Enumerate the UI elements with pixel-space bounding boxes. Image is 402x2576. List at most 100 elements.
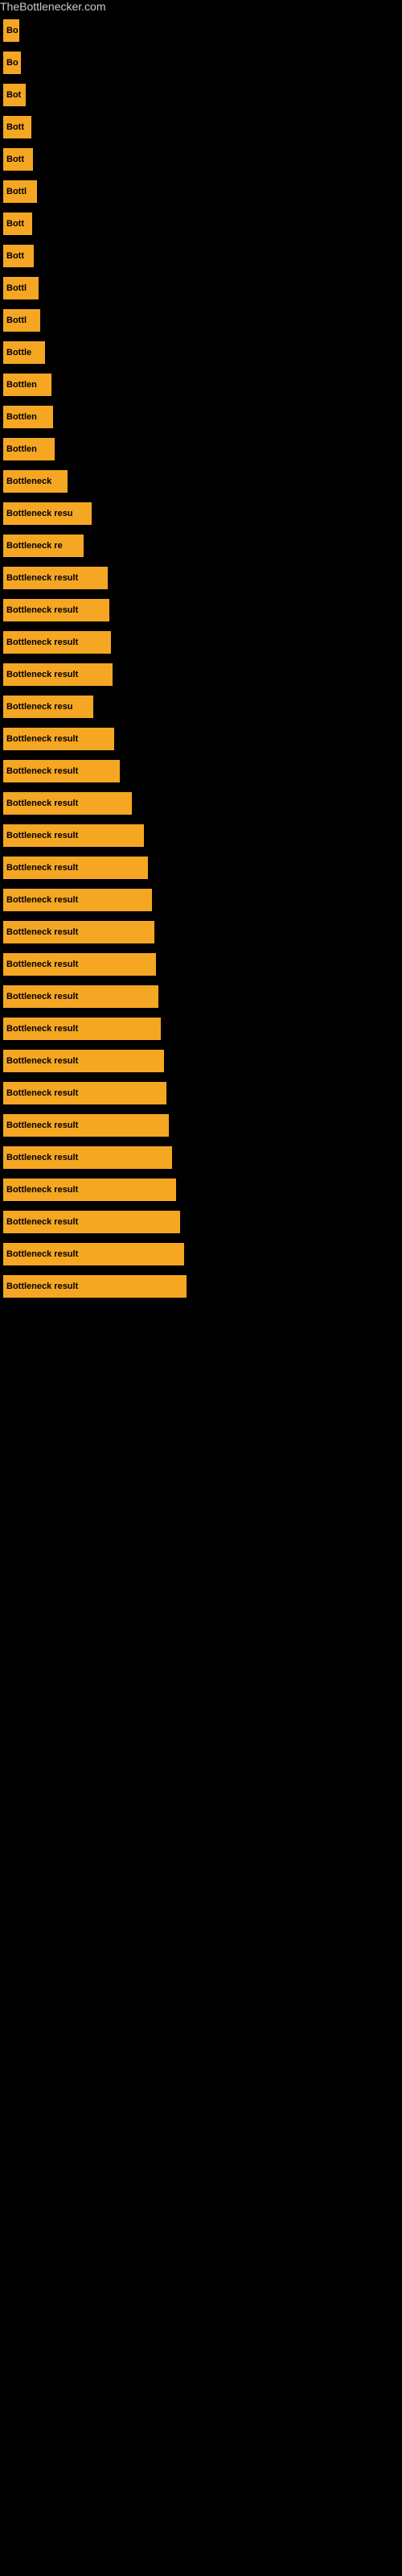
bar-34: Bottleneck result bbox=[3, 1114, 169, 1137]
bar-36: Bottleneck result bbox=[3, 1179, 176, 1201]
bar-row: Bottleneck result bbox=[0, 787, 402, 819]
bar-row: Bottl bbox=[0, 304, 402, 336]
bar-25: Bottleneck result bbox=[3, 824, 144, 847]
bar-label-20: Bottleneck result bbox=[6, 670, 78, 679]
bar-29: Bottleneck result bbox=[3, 953, 156, 976]
bar-row: Bottlen bbox=[0, 433, 402, 465]
bar-row: Bott bbox=[0, 143, 402, 175]
bar-label-1: Bo bbox=[6, 58, 18, 68]
bar-row: Bottleneck result bbox=[0, 723, 402, 755]
bar-17: Bottleneck result bbox=[3, 567, 108, 589]
bar-16: Bottleneck re bbox=[3, 535, 84, 557]
bar-33: Bottleneck result bbox=[3, 1082, 166, 1104]
bar-label-27: Bottleneck result bbox=[6, 895, 78, 905]
bar-label-14: Bottleneck bbox=[6, 477, 51, 486]
bar-label-34: Bottleneck result bbox=[6, 1121, 78, 1130]
bar-label-33: Bottleneck result bbox=[6, 1088, 78, 1098]
bar-0: Bo bbox=[3, 19, 19, 42]
bar-label-24: Bottleneck result bbox=[6, 799, 78, 808]
bar-label-19: Bottleneck result bbox=[6, 638, 78, 647]
bar-8: Bottl bbox=[3, 277, 39, 299]
bar-39: Bottleneck result bbox=[3, 1275, 187, 1298]
bar-row: Bottleneck result bbox=[0, 658, 402, 691]
bar-row: Bottleneck resu bbox=[0, 691, 402, 723]
bar-row: Bottleneck result bbox=[0, 980, 402, 1013]
bar-30: Bottleneck result bbox=[3, 985, 158, 1008]
bar-row: Bottle bbox=[0, 336, 402, 369]
bars-container: Bo Bo Bot Bott Bott Bottl Bott Bott Bottl Bottl Bo… bbox=[0, 14, 402, 1302]
bar-26: Bottleneck result bbox=[3, 857, 148, 879]
bar-label-4: Bott bbox=[6, 155, 24, 164]
bar-22: Bottleneck result bbox=[3, 728, 114, 750]
bar-label-21: Bottleneck resu bbox=[6, 702, 73, 712]
bar-label-26: Bottleneck result bbox=[6, 863, 78, 873]
bar-row: Bottl bbox=[0, 272, 402, 304]
bar-row: Bottlen bbox=[0, 401, 402, 433]
bar-row: Bottleneck result bbox=[0, 819, 402, 852]
bar-row: Bottleneck result bbox=[0, 562, 402, 594]
bar-label-17: Bottleneck result bbox=[6, 573, 78, 583]
bar-35: Bottleneck result bbox=[3, 1146, 172, 1169]
bar-label-3: Bott bbox=[6, 122, 24, 132]
bar-28: Bottleneck result bbox=[3, 921, 154, 943]
bar-label-11: Bottlen bbox=[6, 380, 37, 390]
bar-row: Bottleneck result bbox=[0, 594, 402, 626]
bar-row: Bottleneck result bbox=[0, 1206, 402, 1238]
bar-row: Bott bbox=[0, 240, 402, 272]
bar-12: Bottlen bbox=[3, 406, 53, 428]
bar-18: Bottleneck result bbox=[3, 599, 109, 621]
bar-9: Bottl bbox=[3, 309, 40, 332]
bar-row: Bottleneck result bbox=[0, 1174, 402, 1206]
bar-label-7: Bott bbox=[6, 251, 24, 261]
bar-10: Bottle bbox=[3, 341, 45, 364]
bar-2: Bot bbox=[3, 84, 26, 106]
bar-label-31: Bottleneck result bbox=[6, 1024, 78, 1034]
bar-row: Bott bbox=[0, 111, 402, 143]
bar-label-10: Bottle bbox=[6, 348, 31, 357]
bar-5: Bottl bbox=[3, 180, 37, 203]
bar-label-30: Bottleneck result bbox=[6, 992, 78, 1001]
bar-label-8: Bottl bbox=[6, 283, 27, 293]
bar-label-6: Bott bbox=[6, 219, 24, 229]
bar-38: Bottleneck result bbox=[3, 1243, 184, 1265]
bar-15: Bottleneck resu bbox=[3, 502, 92, 525]
bar-row: Bottleneck result bbox=[0, 1270, 402, 1302]
bar-label-15: Bottleneck resu bbox=[6, 509, 73, 518]
bar-row: Bottleneck result bbox=[0, 626, 402, 658]
bar-24: Bottleneck result bbox=[3, 792, 132, 815]
bar-7: Bott bbox=[3, 245, 34, 267]
bar-row: Bottleneck result bbox=[0, 916, 402, 948]
bar-label-38: Bottleneck result bbox=[6, 1249, 78, 1259]
bar-6: Bott bbox=[3, 213, 32, 235]
bar-label-12: Bottlen bbox=[6, 412, 37, 422]
bar-row: Bottleneck result bbox=[0, 948, 402, 980]
site-title: TheBottlenecker.com bbox=[0, 0, 402, 14]
bar-label-32: Bottleneck result bbox=[6, 1056, 78, 1066]
bar-row: Bottl bbox=[0, 175, 402, 208]
bar-14: Bottleneck bbox=[3, 470, 68, 493]
bar-row: Bot bbox=[0, 79, 402, 111]
bar-row: Bottleneck result bbox=[0, 1141, 402, 1174]
bar-row: Bo bbox=[0, 47, 402, 79]
bar-row: Bottleneck result bbox=[0, 852, 402, 884]
bar-label-23: Bottleneck result bbox=[6, 766, 78, 776]
bar-row: Bottleneck result bbox=[0, 1045, 402, 1077]
bar-label-39: Bottleneck result bbox=[6, 1282, 78, 1291]
bar-row: Bottleneck result bbox=[0, 884, 402, 916]
bar-label-29: Bottleneck result bbox=[6, 960, 78, 969]
bar-label-5: Bottl bbox=[6, 187, 27, 196]
bar-20: Bottleneck result bbox=[3, 663, 113, 686]
bar-label-9: Bottl bbox=[6, 316, 27, 325]
bar-row: Bott bbox=[0, 208, 402, 240]
bar-row: Bo bbox=[0, 14, 402, 47]
bar-label-13: Bottlen bbox=[6, 444, 37, 454]
bar-label-0: Bo bbox=[6, 26, 18, 35]
bar-label-22: Bottleneck result bbox=[6, 734, 78, 744]
bar-row: Bottleneck result bbox=[0, 1238, 402, 1270]
bar-label-37: Bottleneck result bbox=[6, 1217, 78, 1227]
bar-27: Bottleneck result bbox=[3, 889, 152, 911]
bar-21: Bottleneck resu bbox=[3, 696, 93, 718]
bar-label-35: Bottleneck result bbox=[6, 1153, 78, 1162]
bar-label-16: Bottleneck re bbox=[6, 541, 63, 551]
bar-row: Bottleneck resu bbox=[0, 497, 402, 530]
